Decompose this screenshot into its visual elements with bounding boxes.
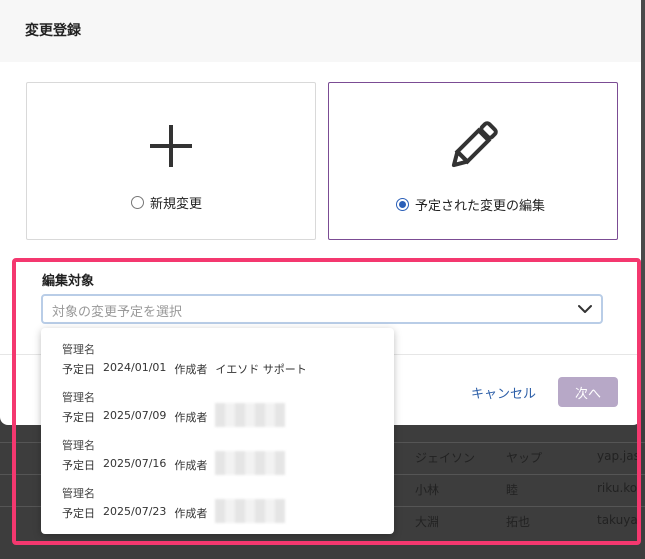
edit-scheduled-change-card[interactable]: 予定された変更の編集 xyxy=(328,82,618,240)
table-cell: takuya xyxy=(597,513,638,527)
option-author-label: 作成者 xyxy=(174,507,208,520)
plus-icon xyxy=(150,125,192,167)
next-button-label: 次へ xyxy=(574,386,601,402)
table-cell: 拓也 xyxy=(506,515,531,529)
table-cell: 睦 xyxy=(506,483,519,497)
table-cell: 大淵 xyxy=(415,515,440,529)
new-change-label: 新規変更 xyxy=(150,197,203,212)
edit-target-label: 編集対象 xyxy=(42,274,95,289)
option-date-label: 予定日 xyxy=(62,363,95,376)
option-date: 2025/07/23 xyxy=(103,505,167,518)
pencil-icon xyxy=(451,121,498,168)
option-name: 管理名 xyxy=(62,439,95,452)
select-placeholder: 対象の変更予定を選択 xyxy=(52,305,183,320)
scheduled-change-dropdown: 管理名 予定日 2024/01/01 作成者 イエソド サポート 管理名 予定日… xyxy=(41,328,394,534)
option-name: 管理名 xyxy=(62,391,95,404)
dropdown-option[interactable]: 管理名 予定日 2025/07/09 作成者 xyxy=(41,376,394,427)
edit-target-select[interactable]: 対象の変更予定を選択 xyxy=(41,294,603,324)
dropdown-option[interactable]: 管理名 予定日 2024/01/01 作成者 イエソド サポート xyxy=(41,328,394,376)
dialog-header: 変更登録 xyxy=(0,0,641,62)
option-name: 管理名 xyxy=(62,343,95,356)
option-author: イエソド サポート xyxy=(215,363,307,376)
table-cell: ジェイソン xyxy=(415,451,476,465)
new-change-radio[interactable] xyxy=(131,196,144,209)
edit-scheduled-radio[interactable] xyxy=(396,198,409,211)
table-cell: yap.jas xyxy=(597,449,640,463)
dropdown-option[interactable]: 管理名 予定日 2025/07/23 作成者 xyxy=(41,472,394,523)
option-detail: 予定日 2024/01/01 作成者 イエソド サポート xyxy=(62,361,307,377)
new-change-card[interactable]: 新規変更 xyxy=(26,82,316,240)
edit-scheduled-label: 予定された変更の編集 xyxy=(415,199,546,214)
option-date: 2024/01/01 xyxy=(103,361,167,374)
table-cell: ヤップ xyxy=(506,451,543,465)
option-date-label: 予定日 xyxy=(62,507,95,520)
redacted-author xyxy=(215,499,286,523)
option-name: 管理名 xyxy=(62,487,95,500)
option-author-label: 作成者 xyxy=(174,363,208,376)
option-detail: 予定日 2025/07/23 作成者 xyxy=(62,499,286,523)
edit-scheduled-radio-row[interactable]: 予定された変更の編集 xyxy=(396,195,545,214)
new-change-radio-row[interactable]: 新規変更 xyxy=(131,193,202,212)
table-cell: riku.ko xyxy=(597,481,638,495)
table-cell: 小林 xyxy=(415,483,440,497)
chevron-down-icon xyxy=(578,305,592,313)
dialog-title: 変更登録 xyxy=(25,23,81,39)
dropdown-option[interactable]: 管理名 予定日 2025/07/16 作成者 xyxy=(41,424,394,475)
next-button[interactable]: 次へ xyxy=(558,377,618,407)
cancel-button[interactable]: キャンセル xyxy=(471,383,536,402)
